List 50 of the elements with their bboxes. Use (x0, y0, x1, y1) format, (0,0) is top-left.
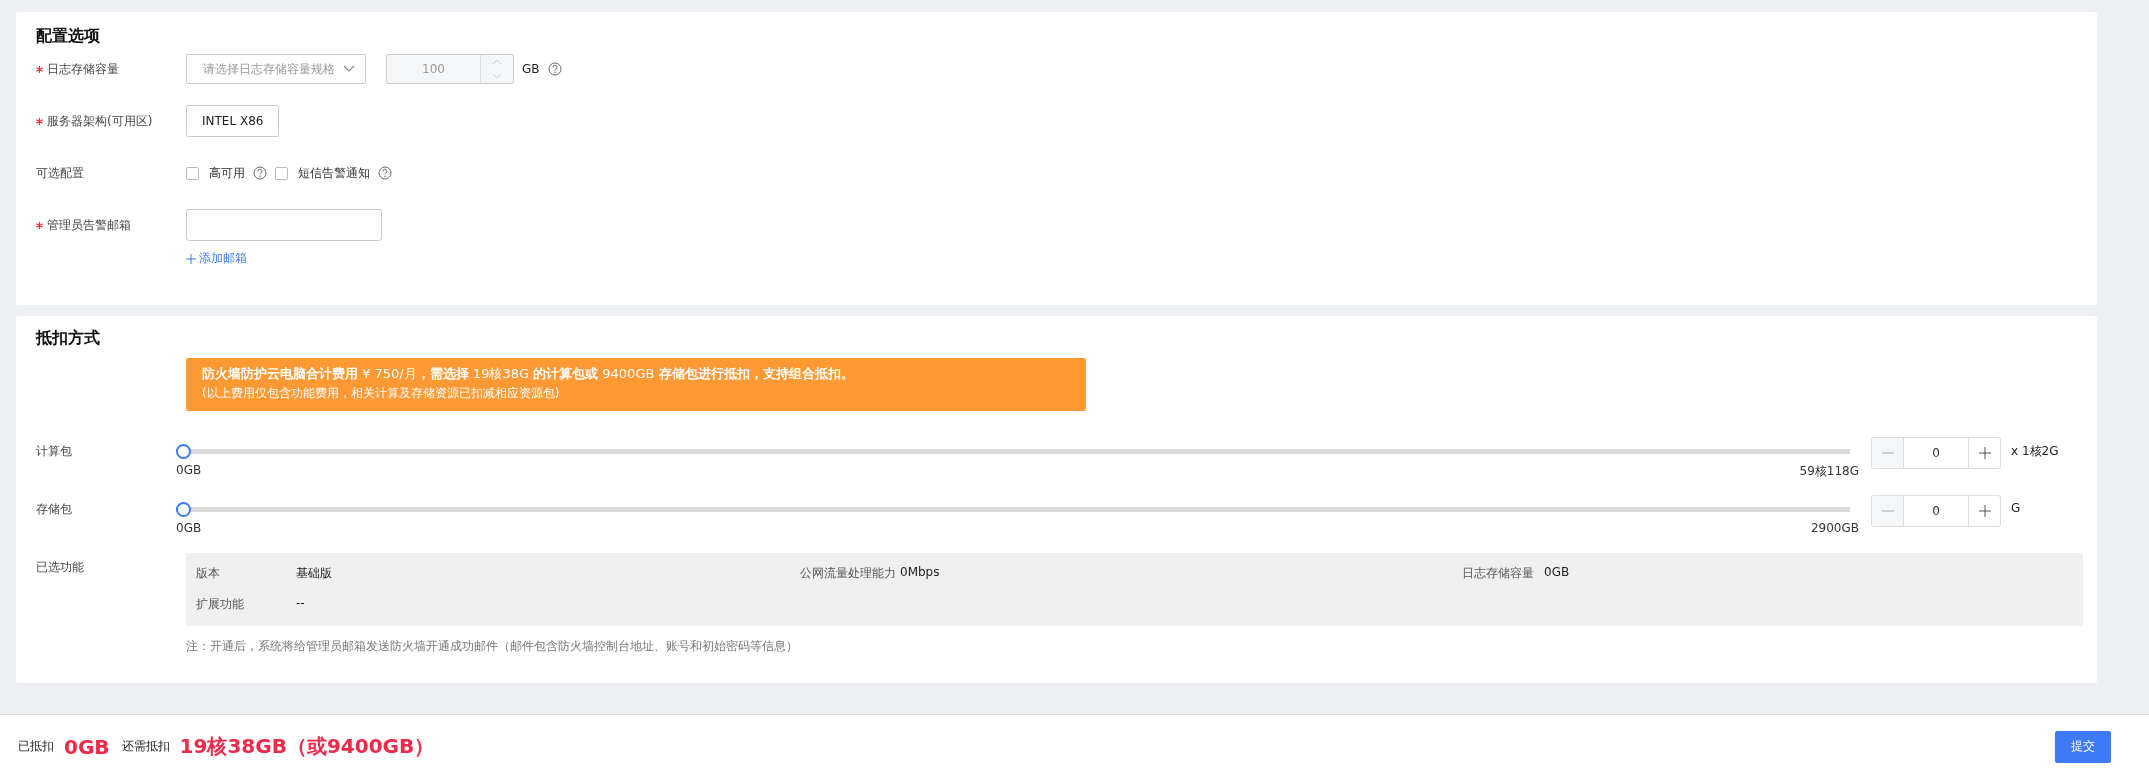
feature-label: 公网流量处理能力 (800, 565, 896, 582)
unit-label: x 1核2G (2011, 443, 2059, 460)
feature-label: 日志存储容量 (1462, 565, 1535, 582)
slider-max-label: 2900GB (1810, 521, 1859, 535)
chevron-down-icon (343, 65, 355, 73)
field-label: 服务器架构(可用区) (47, 112, 153, 130)
feature-value: -- (296, 596, 305, 612)
plus-icon (186, 253, 196, 264)
feature-label: 扩展功能 (196, 596, 245, 613)
quantity-stepper[interactable]: 0 (1871, 495, 2001, 527)
slider-min-label: 0GB (176, 463, 202, 479)
remaining-label: 还需抵扣 (121, 738, 170, 755)
field-label: 管理员告警邮箱 (47, 216, 131, 234)
feature-value: 0GB (1544, 565, 1570, 581)
field-label: 计算包 (36, 443, 73, 460)
quantity-stepper[interactable]: 0 (1871, 437, 2001, 469)
slider-thumb[interactable] (176, 444, 191, 459)
checkbox-label[interactable]: 高可用 (209, 164, 245, 182)
unit-label: GB (522, 62, 540, 76)
submit-button[interactable]: 提交 (2055, 730, 2111, 763)
help-icon[interactable] (378, 166, 392, 180)
notice-text: 防火墙防护云电脑合计费用 ¥ 750/月，需选择 19核38G 的计算包或 9400GB 存储包进行抵扣，支持组合抵扣。 (202, 365, 855, 383)
field-label: 已选功能 (36, 559, 85, 576)
checkbox-label[interactable]: 短信告警通知 (298, 164, 370, 182)
notice-subtext: (以上费用仅包含功能费用，相关计算及存储资源已扣减相应资源包) (202, 385, 561, 402)
slider-min-label: 0GB (176, 521, 202, 535)
field-label: 日志存储容量 (47, 60, 119, 78)
deducted-label: 已抵扣 (18, 738, 54, 755)
slider-thumb[interactable] (176, 502, 191, 517)
deducted-amount: 0GB (64, 734, 110, 759)
architecture-option[interactable]: INTEL X86 (186, 105, 280, 137)
add-email-link[interactable]: 添加邮箱 (186, 250, 247, 267)
minus-icon[interactable] (1872, 438, 1903, 468)
section-title: 抵扣方式 (36, 327, 101, 349)
section-title: 配置选项 (36, 25, 101, 47)
field-label: 可选配置 (36, 164, 84, 182)
note-text: 注：开通后，系统将给管理员邮箱发送防火墙开通成功邮件（邮件包含防火墙控制台地址、账号和初始密码等信息） (186, 638, 799, 655)
checkbox[interactable] (186, 166, 199, 180)
checkbox[interactable] (275, 166, 288, 180)
feature-value: 基础版 (296, 565, 332, 582)
help-icon[interactable] (547, 62, 562, 76)
slider-max-label: 59核118G (1799, 463, 1859, 480)
help-icon[interactable] (253, 166, 267, 180)
email-input[interactable] (186, 209, 382, 241)
remaining-amount: 19核38GB（或9400GB） (179, 733, 435, 760)
minus-icon[interactable] (1872, 496, 1903, 526)
feature-value: 0Mbps (900, 565, 940, 581)
feature-label: 版本 (196, 565, 221, 582)
unit-label: G (2011, 500, 2021, 515)
field-label: 存储包 (36, 501, 73, 518)
